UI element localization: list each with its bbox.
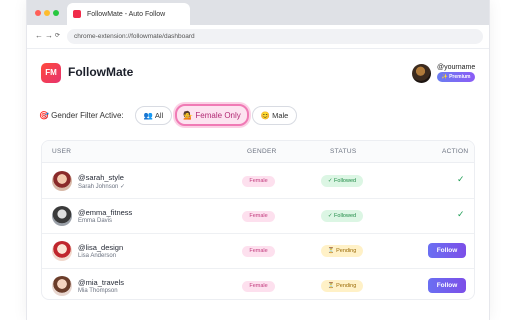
status-badge: ⏳ Pending bbox=[321, 245, 363, 257]
table-row: @emma_fitness Emma Davis Female ✓ Follow… bbox=[42, 199, 474, 234]
table-row: @sarah_style Sarah Johnson ✓ Female ✓ Fo… bbox=[42, 164, 474, 199]
status-badge: ⏳ Pending bbox=[321, 280, 363, 292]
user-name: Sarah Johnson ✓ bbox=[78, 184, 126, 190]
forward-arrow-icon[interactable]: → bbox=[45, 30, 53, 42]
filter-all-button[interactable]: 👥 All bbox=[135, 106, 172, 125]
tab-title: FollowMate - Auto Follow bbox=[87, 10, 166, 18]
gender-badge: Female bbox=[242, 176, 275, 187]
user-handle[interactable]: @lisa_design bbox=[78, 243, 123, 252]
brand-title: FollowMate bbox=[68, 65, 134, 79]
user-name: Mia Thompson bbox=[78, 288, 118, 294]
column-status: STATUS bbox=[330, 148, 357, 155]
gender-badge: Female bbox=[242, 246, 275, 257]
avatar bbox=[52, 241, 72, 261]
column-gender: GENDER bbox=[247, 148, 277, 155]
status-badge: ✓ Followed bbox=[321, 175, 363, 187]
follow-button[interactable]: Follow bbox=[428, 243, 466, 258]
back-arrow-icon[interactable]: ← bbox=[35, 30, 43, 42]
table-row: @lisa_design Lisa Anderson Female ⏳ Pend… bbox=[42, 234, 474, 269]
user-handle[interactable]: @emma_fitness bbox=[78, 208, 132, 217]
tab-strip: FollowMate - Auto Follow bbox=[27, 0, 489, 25]
address-bar: ← → ⟳ chrome-extension://followmate/dash… bbox=[27, 25, 489, 49]
avatar bbox=[52, 276, 72, 296]
avatar bbox=[52, 171, 72, 191]
users-table: USER GENDER STATUS ACTION @sarah_style S… bbox=[41, 140, 475, 300]
favicon-icon bbox=[73, 10, 81, 18]
maximize-window-icon[interactable] bbox=[53, 10, 59, 16]
status-badge: ✓ Followed bbox=[321, 210, 363, 222]
column-user: USER bbox=[52, 148, 72, 155]
browser-window: FollowMate - Auto Follow ← → ⟳ chrome-ex… bbox=[26, 0, 490, 320]
browser-tab[interactable]: FollowMate - Auto Follow bbox=[67, 3, 190, 25]
user-handle[interactable]: @sarah_style bbox=[78, 173, 124, 182]
column-action: ACTION bbox=[442, 148, 469, 155]
followed-check-icon: ✓ bbox=[457, 209, 465, 219]
reload-icon[interactable]: ⟳ bbox=[55, 30, 60, 42]
filter-female-button[interactable]: 💁 Female Only bbox=[175, 104, 249, 126]
user-name: Lisa Anderson bbox=[78, 253, 117, 259]
user-avatar[interactable] bbox=[412, 64, 431, 83]
app-logo: FM bbox=[41, 63, 61, 83]
gender-badge: Female bbox=[242, 281, 275, 292]
user-name: Emma Davis bbox=[78, 218, 113, 224]
filter-male-button[interactable]: 😊 Male bbox=[252, 106, 297, 125]
followed-check-icon: ✓ bbox=[457, 174, 465, 184]
url-input[interactable]: chrome-extension://followmate/dashboard bbox=[67, 29, 483, 44]
gender-badge: Female bbox=[242, 211, 275, 222]
follow-button[interactable]: Follow bbox=[428, 278, 466, 293]
avatar bbox=[52, 206, 72, 226]
gender-filter-label: 🎯 Gender Filter Active: bbox=[39, 111, 124, 120]
user-handle[interactable]: @mia_travels bbox=[78, 278, 124, 287]
table-header: USER GENDER STATUS ACTION bbox=[42, 141, 474, 163]
minimize-window-icon[interactable] bbox=[44, 10, 50, 16]
premium-badge: ✨ Premium bbox=[437, 72, 475, 82]
username-label: @yourname bbox=[437, 64, 476, 71]
table-row: @mia_travels Mia Thompson Female ⏳ Pendi… bbox=[42, 269, 474, 299]
close-window-icon[interactable] bbox=[35, 10, 41, 16]
